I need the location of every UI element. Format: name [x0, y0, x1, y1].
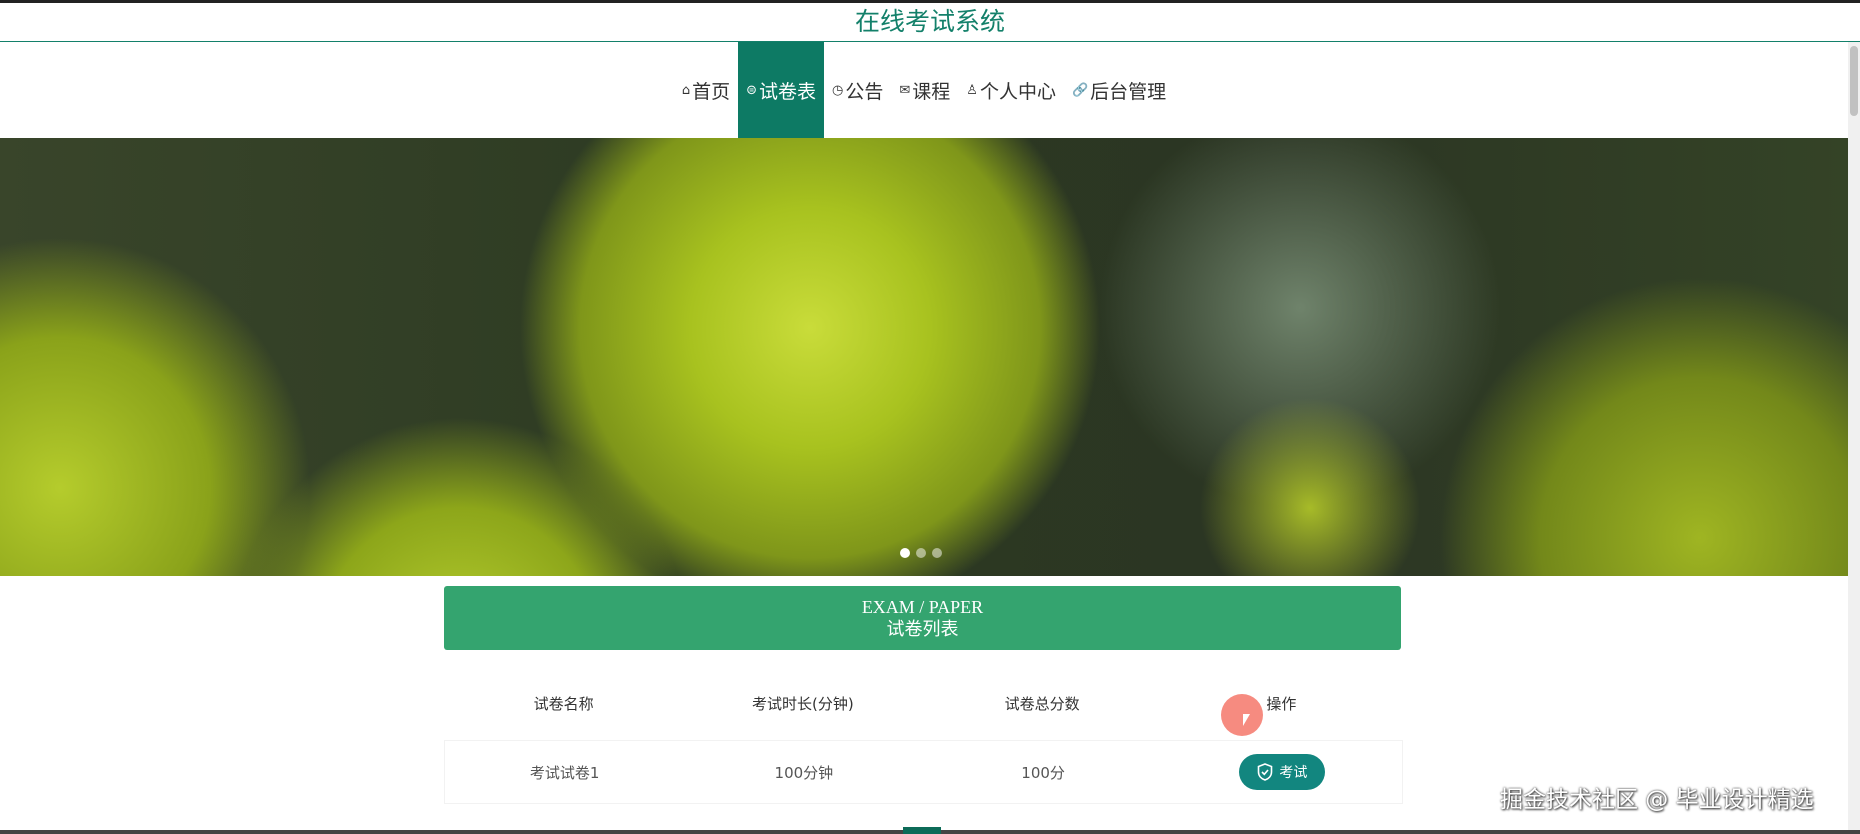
clock-icon: ◷ — [832, 82, 844, 98]
section-title-en: EXAM / PAPER — [861, 597, 984, 617]
column-header: 考试时长(分钟) — [752, 694, 854, 713]
nav-label: 个人中心 — [979, 80, 1056, 103]
table-row: 考试试卷1 100分钟 100分 考试 — [444, 740, 1403, 804]
nav-papers[interactable]: ⊜ 试卷表 — [738, 42, 825, 138]
carousel-banner[interactable] — [0, 138, 1848, 576]
shield-check-icon — [1258, 763, 1273, 781]
main-nav: ⌂ 首页 ⊜ 试卷表 ◷ 公告 ✉ 课程 ♙ 个人中心 🔗 后台管理 — [0, 42, 1848, 138]
nav-label: 公告 — [845, 80, 884, 103]
carousel-dot[interactable] — [932, 548, 942, 558]
nav-label: 试卷表 — [759, 80, 817, 103]
scrollbar-thumb[interactable] — [1850, 46, 1858, 116]
paper-duration: 100分钟 — [774, 763, 834, 782]
nav-courses[interactable]: ✉ 课程 — [891, 42, 958, 138]
site-title: 在线考试系统 — [0, 3, 1860, 42]
nav-label: 课程 — [912, 80, 951, 103]
user-icon: ♙ — [966, 82, 978, 98]
column-header: 操作 — [1266, 694, 1297, 713]
nav-admin[interactable]: 🔗 后台管理 — [1064, 42, 1174, 138]
carousel-dot[interactable] — [916, 548, 926, 558]
action-cell: 考试 — [1163, 741, 1402, 803]
bottom-indicator — [903, 827, 941, 834]
mouse-cursor-highlight — [1221, 694, 1263, 736]
nav-profile[interactable]: ♙ 个人中心 — [958, 42, 1064, 138]
paper-name: 考试试卷1 — [529, 763, 600, 782]
carousel-dot[interactable] — [900, 548, 910, 558]
nav-home[interactable]: ⌂ 首页 — [674, 42, 738, 138]
carousel-indicators — [900, 548, 942, 558]
link-icon: 🔗 — [1071, 82, 1089, 98]
home-icon: ⌂ — [681, 82, 691, 98]
take-exam-label: 考试 — [1279, 765, 1308, 781]
section-header: EXAM / PAPER 试卷列表 — [444, 586, 1401, 650]
section-title-zh: 试卷列表 — [886, 619, 959, 639]
column-header: 试卷总分数 — [1004, 694, 1080, 713]
nav-label: 首页 — [692, 80, 731, 103]
paper-icon: ⊜ — [746, 82, 757, 98]
paper-score: 100分 — [1021, 763, 1065, 782]
bottom-bar — [0, 827, 1860, 834]
page-scrollbar[interactable] — [1848, 42, 1860, 830]
mail-icon: ✉ — [899, 82, 911, 98]
take-exam-button[interactable]: 考试 — [1239, 754, 1326, 790]
nav-notices[interactable]: ◷ 公告 — [824, 42, 891, 138]
nav-label: 后台管理 — [1090, 80, 1167, 103]
watermark: 掘金技术社区 @ 毕业设计精选 — [1500, 787, 1814, 813]
column-header: 试卷名称 — [533, 694, 594, 713]
